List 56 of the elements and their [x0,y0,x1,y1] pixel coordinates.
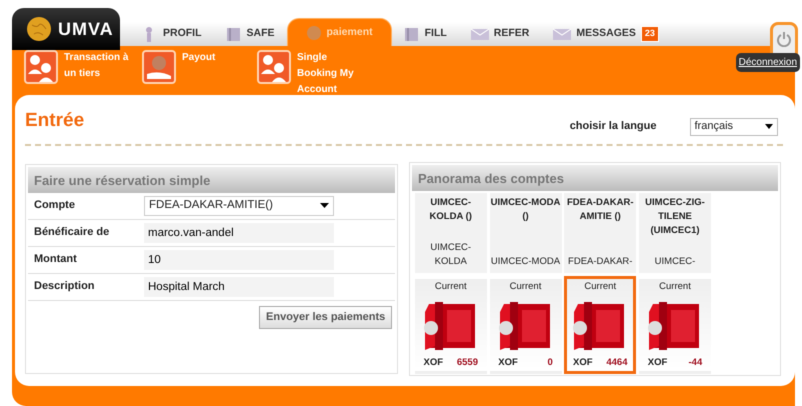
account-name: UIMCEC-MODA () [490,196,560,224]
account-type: Current [583,280,618,294]
caret-icon [764,124,772,129]
account-name: UIMCEC-ZIG-TILENE (UIMCEC1) [644,196,706,238]
input-field[interactable]: 10 [144,250,334,270]
submit-button[interactable]: Envoyer les paiements [259,306,392,328]
book-icon [404,26,420,42]
field-label: Compte [34,198,76,214]
language-select[interactable]: français [690,118,778,136]
nav-tab[interactable]: REFER [458,22,542,46]
power-button[interactable] [770,22,798,56]
input-field[interactable]: marco.van-andel [144,222,334,242]
envelope-icon [470,26,489,42]
currency: XOF [424,356,444,370]
language-label: choisir la langue [570,119,656,134]
logo[interactable]: UMVA [12,8,120,50]
logout-link[interactable]: Déconnexion [736,53,800,72]
envelope-icon [553,26,572,42]
hand-coin-icon[interactable] [142,50,176,84]
account-card[interactable]: Current XOF 4464 [564,276,636,374]
caret-icon [320,203,329,208]
nav-tab[interactable]: PROFIL [130,22,214,46]
power-icon [776,31,792,47]
book-icon [226,26,242,42]
field-label: Bénéficaire de [34,225,110,240]
account-code: UIMCEC- [654,255,696,270]
nav-tab[interactable]: SAFE [214,22,287,46]
field-label: Description [34,279,96,294]
nav-tab[interactable]: MESSAGES 23 [541,22,671,46]
balance: -44 [688,356,702,370]
page-title: Entrée [25,109,84,133]
currency: XOF [648,356,668,370]
globe-icon [26,16,52,42]
input-field[interactable]: Hospital March [144,276,334,296]
account-type: Current [434,280,468,294]
account-name: UIMCEC-KOLDA () [428,196,473,224]
account-type: Current [658,280,692,294]
account-code: UIMCEC-MODA [490,255,560,270]
currency: XOF [573,356,593,370]
people-icon[interactable] [24,50,58,84]
nav-tab[interactable]: FILL [392,22,459,46]
panel-header: Faire une réservation simple [28,166,395,192]
account-type: Current [508,280,542,294]
balance: 4464 [606,356,628,370]
account-code: FDEA-DAKAR- [567,255,634,270]
field-label: Montant [34,252,78,268]
balance: 6559 [456,356,478,370]
account-select[interactable]: FDEA-DAKAR-AMITIE() [144,196,334,216]
panel-header: Panorama des comptes [412,164,778,190]
account-code: UIMCEC-KOLDA [429,241,472,270]
coin-icon [306,24,322,40]
account-name: FDEA-DAKAR-AMITIE () [566,196,634,224]
currency: XOF [498,356,518,370]
people-icon[interactable] [257,50,291,84]
message-count-badge: 23 [640,26,659,42]
balance: 0 [547,356,553,370]
